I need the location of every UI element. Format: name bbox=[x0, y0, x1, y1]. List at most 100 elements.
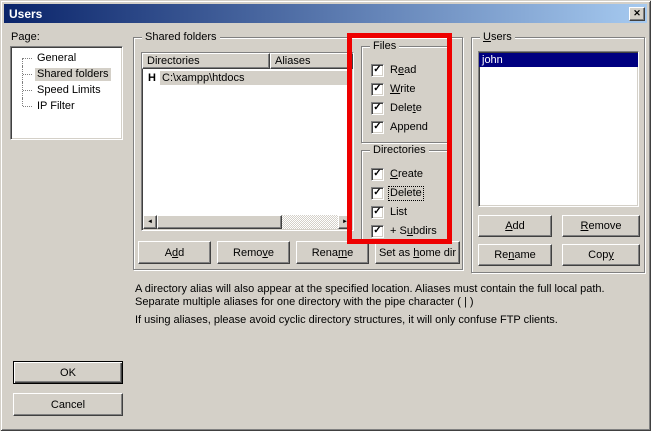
title-bar: Users ✕ bbox=[4, 4, 647, 23]
remove-directory-button[interactable]: Remove bbox=[217, 241, 290, 264]
tree-item-label: IP Filter bbox=[35, 100, 77, 113]
check-icon: ✓ bbox=[373, 103, 381, 113]
button-label: Cancel bbox=[51, 399, 85, 411]
scroll-left-icon: ◄ bbox=[147, 219, 153, 225]
directory-path: C:\xampp\htdocs bbox=[160, 71, 352, 85]
user-name: john bbox=[479, 54, 503, 67]
check-icon: ✓ bbox=[373, 207, 381, 217]
button-label: OK bbox=[60, 367, 76, 379]
users-group-label: Users bbox=[480, 31, 515, 44]
home-marker: H bbox=[148, 72, 160, 84]
tree-item-label-selected: Shared folders bbox=[35, 68, 111, 81]
checkbox-label: + Subdirs bbox=[389, 225, 438, 238]
cancel-button[interactable]: Cancel bbox=[13, 393, 123, 416]
checkbox-box[interactable]: ✓ bbox=[371, 121, 384, 134]
help-text: A directory alias will also appear at th… bbox=[135, 283, 641, 327]
directories-permissions-group: Directories ✓ Create ✓ Delete ✓ List ✓ +… bbox=[361, 150, 448, 243]
files-group-label: Files bbox=[370, 40, 399, 53]
checkbox-box[interactable]: ✓ bbox=[371, 102, 384, 115]
column-header-directories[interactable]: Directories bbox=[142, 53, 270, 69]
scroll-right-icon: ► bbox=[342, 219, 348, 225]
scroll-track[interactable] bbox=[282, 215, 338, 229]
checkbox-box[interactable]: ✓ bbox=[371, 168, 384, 181]
checkbox-files-delete[interactable]: ✓ Delete bbox=[371, 101, 423, 115]
button-label: Remove bbox=[581, 220, 622, 232]
checkbox-label: List bbox=[389, 206, 408, 219]
add-directory-button[interactable]: Add bbox=[138, 241, 211, 264]
tree-item-label: General bbox=[35, 52, 78, 65]
listview-body: H C:\xampp\htdocs bbox=[143, 70, 352, 215]
add-user-button[interactable]: Add bbox=[478, 215, 552, 237]
checkbox-label: Delete bbox=[389, 102, 423, 115]
scroll-right-button[interactable]: ► bbox=[338, 215, 352, 229]
button-label: Set as home dir bbox=[379, 247, 456, 259]
checkbox-dirs-create[interactable]: ✓ Create bbox=[371, 167, 424, 181]
users-listbox: john bbox=[478, 51, 639, 207]
ok-button[interactable]: OK bbox=[13, 361, 123, 384]
check-icon: ✓ bbox=[373, 188, 381, 198]
check-icon: ✓ bbox=[373, 65, 381, 75]
close-icon: ✕ bbox=[633, 9, 641, 18]
button-label: Add bbox=[165, 247, 185, 259]
checkbox-label: Read bbox=[389, 64, 417, 77]
cyclic-note: If using aliases, please avoid cyclic di… bbox=[135, 314, 641, 327]
checkbox-dirs-list[interactable]: ✓ List bbox=[371, 205, 408, 219]
tree-connector bbox=[22, 50, 35, 66]
button-label: Copy bbox=[588, 249, 614, 261]
tree-connector bbox=[22, 98, 35, 114]
tree-item-shared-folders[interactable]: Shared folders bbox=[11, 66, 122, 82]
checkbox-box[interactable]: ✓ bbox=[371, 187, 384, 200]
users-dialog: Users ✕ Page: General Shared folders Spe… bbox=[0, 0, 651, 431]
checkbox-files-append[interactable]: ✓ Append bbox=[371, 120, 429, 134]
rename-directory-button[interactable]: Rename bbox=[296, 241, 369, 264]
scroll-left-button[interactable]: ◄ bbox=[143, 215, 157, 229]
listview-header: Directories Aliases bbox=[142, 53, 353, 69]
set-as-home-dir-button[interactable]: Set as home dir bbox=[375, 241, 460, 264]
checkbox-label: Append bbox=[389, 121, 429, 134]
checkbox-label-focused: Delete bbox=[389, 187, 423, 200]
button-label: Rename bbox=[312, 247, 354, 259]
scroll-thumb[interactable] bbox=[157, 215, 282, 229]
check-icon: ✓ bbox=[373, 169, 381, 179]
page-label: Page: bbox=[11, 31, 40, 44]
rename-user-button[interactable]: Rename bbox=[478, 244, 552, 266]
checkbox-box[interactable]: ✓ bbox=[371, 83, 384, 96]
directories-group-label: Directories bbox=[370, 144, 429, 157]
checkbox-box[interactable]: ✓ bbox=[371, 206, 384, 219]
user-row-john[interactable]: john bbox=[479, 53, 638, 67]
checkbox-dirs-delete[interactable]: ✓ Delete bbox=[371, 186, 423, 200]
directories-listview: Directories Aliases H C:\xampp\htdocs ◄ … bbox=[141, 52, 354, 231]
column-header-aliases[interactable]: Aliases bbox=[270, 53, 353, 69]
shared-folders-group: Shared folders Directories Aliases H C:\… bbox=[133, 37, 463, 270]
users-group: Users john Add Remove Rename Copy bbox=[471, 37, 645, 273]
dialog-title: Users bbox=[4, 7, 629, 21]
checkbox-dirs-subdirs[interactable]: ✓ + Subdirs bbox=[371, 224, 438, 238]
directory-row[interactable]: H C:\xampp\htdocs bbox=[143, 71, 352, 85]
checkbox-label: Write bbox=[389, 83, 416, 96]
check-icon: ✓ bbox=[373, 226, 381, 236]
check-icon: ✓ bbox=[373, 122, 381, 132]
shared-folders-group-label: Shared folders bbox=[142, 31, 220, 44]
alias-note: A directory alias will also appear at th… bbox=[135, 283, 641, 309]
checkbox-files-write[interactable]: ✓ Write bbox=[371, 82, 416, 96]
tree-item-ip-filter[interactable]: IP Filter bbox=[11, 98, 122, 114]
tree-item-speed-limits[interactable]: Speed Limits bbox=[11, 82, 122, 98]
checkbox-label: Create bbox=[389, 168, 424, 181]
tree-connector bbox=[22, 82, 35, 98]
checkbox-box[interactable]: ✓ bbox=[371, 225, 384, 238]
horizontal-scrollbar: ◄ ► bbox=[143, 215, 352, 229]
tree-item-label: Speed Limits bbox=[35, 84, 103, 97]
files-permissions-group: Files ✓ Read ✓ Write ✓ Delete ✓ Append bbox=[361, 46, 448, 143]
tree-item-general[interactable]: General bbox=[11, 50, 122, 66]
tree-connector bbox=[22, 66, 35, 82]
copy-user-button[interactable]: Copy bbox=[562, 244, 640, 266]
button-label: Rename bbox=[494, 249, 536, 261]
button-label: Add bbox=[505, 220, 525, 232]
button-label: Remove bbox=[233, 247, 274, 259]
checkbox-box[interactable]: ✓ bbox=[371, 64, 384, 77]
close-button[interactable]: ✕ bbox=[629, 7, 645, 21]
remove-user-button[interactable]: Remove bbox=[562, 215, 640, 237]
checkbox-files-read[interactable]: ✓ Read bbox=[371, 63, 417, 77]
check-icon: ✓ bbox=[373, 84, 381, 94]
page-tree: General Shared folders Speed Limits IP F… bbox=[10, 46, 123, 140]
